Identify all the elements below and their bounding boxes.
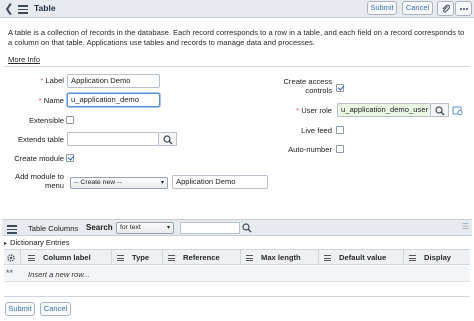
- label-field-label: * Label: [40, 76, 64, 85]
- table-header: Column label Type Reference Max length D…: [4, 249, 470, 265]
- create-access-controls-checkbox[interactable]: [336, 84, 344, 92]
- extends-table-label: Extends table: [17, 135, 64, 144]
- column-header-default-value[interactable]: Default value: [324, 253, 386, 262]
- related-list-search-input[interactable]: [180, 222, 240, 234]
- attachment-button[interactable]: [437, 1, 454, 16]
- extensible-checkbox[interactable]: [66, 116, 74, 124]
- auto-number-label: Auto-number: [288, 145, 332, 154]
- add-module-to-menu-label: Add module to menu: [15, 172, 64, 190]
- user-role-input[interactable]: u_application_demo_user: [337, 103, 431, 117]
- column-menu-icon[interactable]: [409, 254, 416, 262]
- page-title: Table: [34, 3, 56, 13]
- column-header-type[interactable]: Type: [117, 253, 149, 262]
- column-menu-icon[interactable]: [246, 254, 253, 262]
- hamburger-icon[interactable]: [6, 223, 18, 235]
- live-feed-label: Live feed: [301, 126, 332, 135]
- divider: [4, 66, 470, 67]
- cancel-button[interactable]: Cancel: [402, 1, 433, 15]
- footer-cancel-button[interactable]: Cancel: [40, 302, 71, 316]
- column-menu-icon[interactable]: [168, 254, 175, 262]
- collapse-icon[interactable]: ☰: [462, 222, 472, 234]
- name-input[interactable]: u_application_demo: [67, 93, 160, 107]
- insert-row-text[interactable]: Insert a new row...: [28, 270, 90, 279]
- chevron-left-icon[interactable]: ❮: [2, 2, 16, 16]
- column-menu-icon[interactable]: [324, 254, 331, 262]
- chevron-down-icon: ▾: [166, 225, 170, 231]
- live-feed-checkbox[interactable]: [336, 126, 344, 134]
- hamburger-icon[interactable]: [17, 3, 29, 15]
- reference-info-icon[interactable]: [452, 105, 463, 116]
- extensible-label: Extensible: [28, 116, 64, 125]
- triangle-right-icon: ▸: [4, 241, 8, 247]
- search-icon: [163, 135, 173, 145]
- name-field-label: * Name: [38, 96, 64, 105]
- dictionary-entries-breadcrumb[interactable]: ▸ Dictionary Entries: [4, 238, 70, 247]
- more-options-icon: [460, 8, 468, 10]
- more-info-link[interactable]: More Info: [8, 55, 40, 64]
- column-menu-icon[interactable]: [117, 254, 124, 262]
- form-header: ❮ Table Submit Cancel: [0, 0, 474, 18]
- submit-button[interactable]: Submit: [367, 1, 397, 15]
- new-row-marker: **: [6, 268, 14, 278]
- column-header-label[interactable]: Column label: [28, 253, 91, 262]
- divider: [4, 296, 470, 297]
- auto-number-checkbox[interactable]: [336, 145, 344, 153]
- related-list-title: Table Columns: [28, 224, 79, 233]
- extends-table-lookup-button[interactable]: [159, 132, 177, 146]
- add-module-select[interactable]: -- Create new -- ▾: [70, 177, 168, 189]
- create-module-label: Create module: [14, 154, 64, 163]
- column-header-max-length[interactable]: Max length: [246, 253, 301, 262]
- paperclip-icon: [442, 4, 450, 13]
- label-input[interactable]: Application Demo: [67, 74, 160, 88]
- search-field-select[interactable]: for text ▾: [116, 222, 174, 234]
- column-menu-icon[interactable]: [28, 254, 35, 262]
- related-list-header: Table Columns Search for text ▾ ☰: [2, 219, 472, 236]
- insert-row[interactable]: ** Insert a new row...: [4, 266, 470, 282]
- column-header-display[interactable]: Display: [409, 253, 451, 262]
- footer-submit-button[interactable]: Submit: [5, 302, 35, 316]
- extends-table-input[interactable]: [67, 132, 159, 146]
- gear-icon[interactable]: [6, 253, 16, 263]
- table-description: A table is a collection of records in th…: [8, 28, 465, 47]
- more-options-button[interactable]: [455, 1, 472, 16]
- search-icon[interactable]: [242, 223, 252, 233]
- add-module-input[interactable]: Application Demo: [172, 175, 268, 189]
- create-module-checkbox[interactable]: [66, 154, 74, 162]
- search-label: Search: [86, 223, 113, 232]
- chevron-down-icon: ▾: [160, 180, 164, 186]
- column-header-reference[interactable]: Reference: [168, 253, 220, 262]
- create-access-controls-label: Create access controls: [283, 77, 332, 95]
- user-role-label: * User role: [296, 106, 332, 115]
- search-icon: [435, 106, 445, 116]
- user-role-lookup-button[interactable]: [431, 103, 449, 117]
